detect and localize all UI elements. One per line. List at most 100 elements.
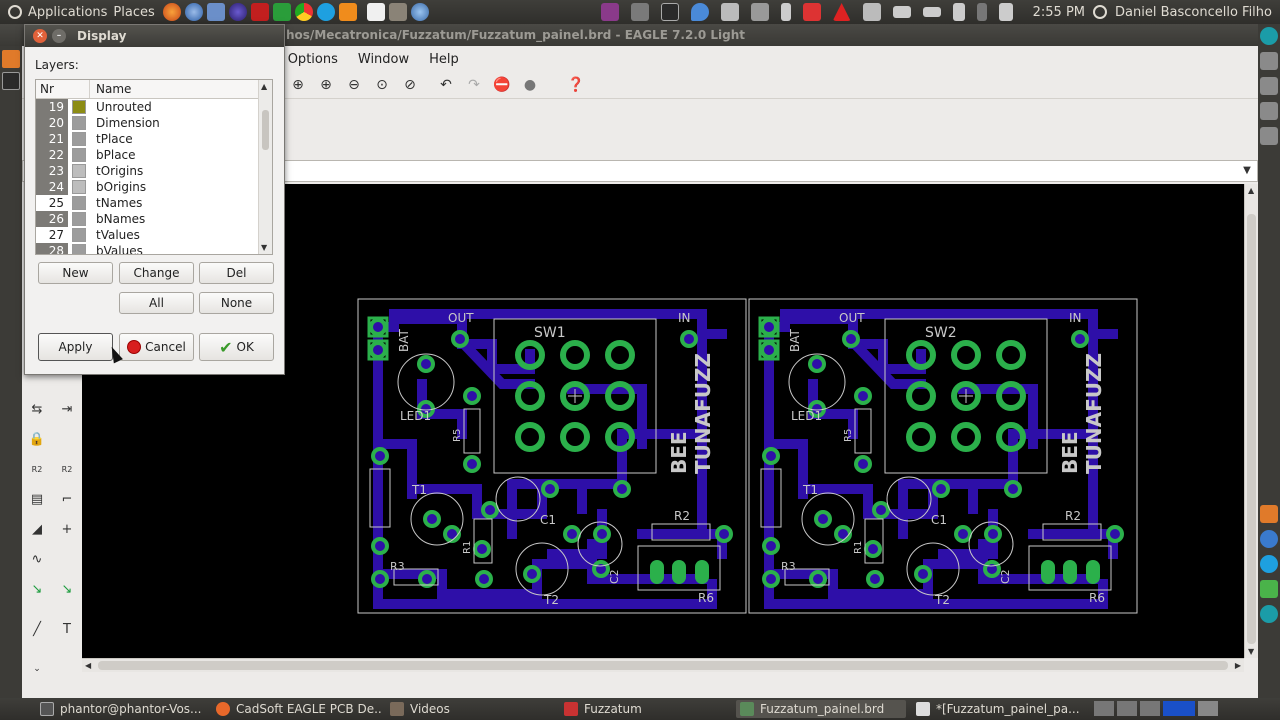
bluetooth-icon[interactable] (976, 3, 987, 21)
task-videos[interactable]: Videos (386, 700, 556, 718)
layer-row[interactable]: 27 tValues (36, 227, 272, 243)
layer-row[interactable]: 23 tOrigins (36, 163, 272, 179)
go-icon[interactable]: ● (520, 75, 540, 95)
power-icon[interactable] (1093, 5, 1108, 19)
chevron-down-icon[interactable]: ▼ (1239, 163, 1255, 179)
places-menu[interactable]: Places (113, 5, 154, 20)
help-icon[interactable]: ❓ (566, 75, 586, 95)
layer-list-scrollbar[interactable]: ▲ ▼ (258, 80, 272, 254)
virtualbox-icon[interactable] (206, 3, 225, 21)
skype-icon[interactable] (316, 3, 335, 21)
close-icon[interactable]: ✕ (33, 29, 47, 43)
firefox-icon[interactable] (162, 3, 181, 21)
text-icon[interactable]: T (58, 620, 76, 638)
route-icon[interactable]: ↘ (28, 580, 46, 598)
stop-icon[interactable]: ⛔ (492, 75, 512, 95)
miter-icon[interactable]: ⌐ (58, 490, 76, 508)
menu-options[interactable]: Options (288, 52, 338, 67)
value-icon[interactable]: R2 (58, 460, 76, 478)
undo-icon[interactable]: ↶ (436, 75, 456, 95)
signal-icon[interactable]: ∿ (28, 550, 46, 568)
task-terminal[interactable]: phantor@phantor-Vos... (36, 700, 206, 718)
battery-icon[interactable] (922, 7, 941, 17)
zoom-in-icon[interactable]: ⊕ (316, 75, 336, 95)
folder-icon[interactable] (2, 50, 20, 68)
clock[interactable]: 2:55 PM (1033, 5, 1085, 20)
copy-icon[interactable]: ▤ (28, 490, 46, 508)
eclipse-icon[interactable] (228, 3, 247, 21)
column-nr[interactable]: Nr (36, 80, 90, 98)
layer-color-swatch[interactable] (72, 244, 86, 254)
scroll-up-icon[interactable]: ▲ (261, 82, 267, 91)
document-icon[interactable] (366, 3, 385, 21)
workspace-1[interactable] (1094, 701, 1114, 716)
layer-color-swatch[interactable] (72, 116, 86, 130)
refresh-icon[interactable] (1260, 530, 1278, 548)
task-firefox[interactable]: CadSoft EAGLE PCB De... (212, 700, 382, 718)
workspace-3[interactable] (1140, 701, 1160, 716)
menu-help[interactable]: Help (429, 52, 459, 67)
zoom-out-icon[interactable]: ⊖ (344, 75, 364, 95)
workspace-4[interactable] (1163, 701, 1195, 716)
printer-icon[interactable] (750, 3, 769, 21)
layer-row[interactable]: 19 Unrouted (36, 99, 272, 115)
del-button[interactable]: Del (199, 262, 274, 284)
gray-app-icon[interactable] (1260, 52, 1278, 70)
layer-row[interactable]: 21 tPlace (36, 131, 272, 147)
skype-dock-icon[interactable] (1260, 555, 1278, 573)
gray-app-icon-3[interactable] (1260, 102, 1278, 120)
layer-color-swatch[interactable] (72, 180, 86, 194)
add-icon[interactable]: + (58, 520, 76, 538)
volume-icon[interactable] (998, 3, 1013, 21)
layer-row[interactable]: 24 bOrigins (36, 179, 272, 195)
applications-menu[interactable]: Applications (28, 5, 107, 20)
task-board[interactable]: Fuzzatum_painel.brd (736, 700, 906, 718)
ok-button[interactable]: ✔ OK (199, 333, 274, 361)
arduino-icon[interactable] (1260, 27, 1278, 45)
firefox-dock-icon[interactable] (1260, 505, 1278, 523)
alert-icon[interactable] (832, 3, 851, 21)
layer-color-swatch[interactable] (72, 196, 86, 210)
gray-app-icon-2[interactable] (1260, 77, 1278, 95)
column-name[interactable]: Name (90, 80, 131, 98)
redo-icon[interactable]: ↷ (464, 75, 484, 95)
zoom-fit-icon[interactable]: ⊕ (288, 75, 308, 95)
change-button[interactable]: Change (119, 262, 194, 284)
arduino-dock-icon[interactable] (1260, 605, 1278, 623)
user-name[interactable]: Daniel Basconcello Filho (1115, 5, 1272, 20)
workspace-2[interactable] (1117, 701, 1137, 716)
green-app-icon[interactable] (1260, 580, 1278, 598)
screen-icon[interactable] (600, 3, 619, 21)
chrome-icon[interactable] (294, 3, 313, 21)
layer-row[interactable]: 26 bNames (36, 211, 272, 227)
ubuntu-logo-icon[interactable] (8, 5, 22, 19)
layer-color-swatch[interactable] (72, 100, 86, 114)
gimp-icon[interactable] (388, 3, 407, 21)
all-button[interactable]: All (119, 292, 194, 314)
wire-icon[interactable]: ╱ (28, 620, 46, 638)
globe-icon[interactable] (410, 3, 429, 21)
layer-color-swatch[interactable] (72, 132, 86, 146)
layer-row[interactable]: 28 bValues (36, 243, 272, 254)
scroll-down-icon[interactable]: ▼ (261, 243, 267, 252)
network-icon[interactable] (952, 3, 965, 21)
layer-row[interactable]: 22 bPlace (36, 147, 272, 163)
filezilla-icon[interactable] (250, 3, 269, 21)
split-icon[interactable]: ⇥ (58, 400, 76, 418)
layer-row[interactable]: 25 tNames (36, 195, 272, 211)
menu-window[interactable]: Window (358, 52, 409, 67)
ripup-icon[interactable]: ↘ (58, 580, 76, 598)
zoom-select-icon[interactable]: ⊘ (400, 75, 420, 95)
usb-icon[interactable] (780, 3, 791, 21)
spreadsheet-icon[interactable] (272, 3, 291, 21)
task-editor[interactable]: *[Fuzzatum_painel_pa... (912, 700, 1082, 718)
mirror-icon[interactable]: ⇆ (28, 400, 46, 418)
eye-icon[interactable] (660, 3, 679, 21)
layer-color-swatch[interactable] (72, 228, 86, 242)
drop-icon[interactable] (690, 3, 709, 21)
thunderbird-icon[interactable] (184, 3, 203, 21)
zoom-redraw-icon[interactable]: ⊙ (372, 75, 392, 95)
mail-icon[interactable] (892, 6, 911, 18)
scanner-icon[interactable] (720, 3, 739, 21)
transmission-icon[interactable] (802, 3, 821, 21)
